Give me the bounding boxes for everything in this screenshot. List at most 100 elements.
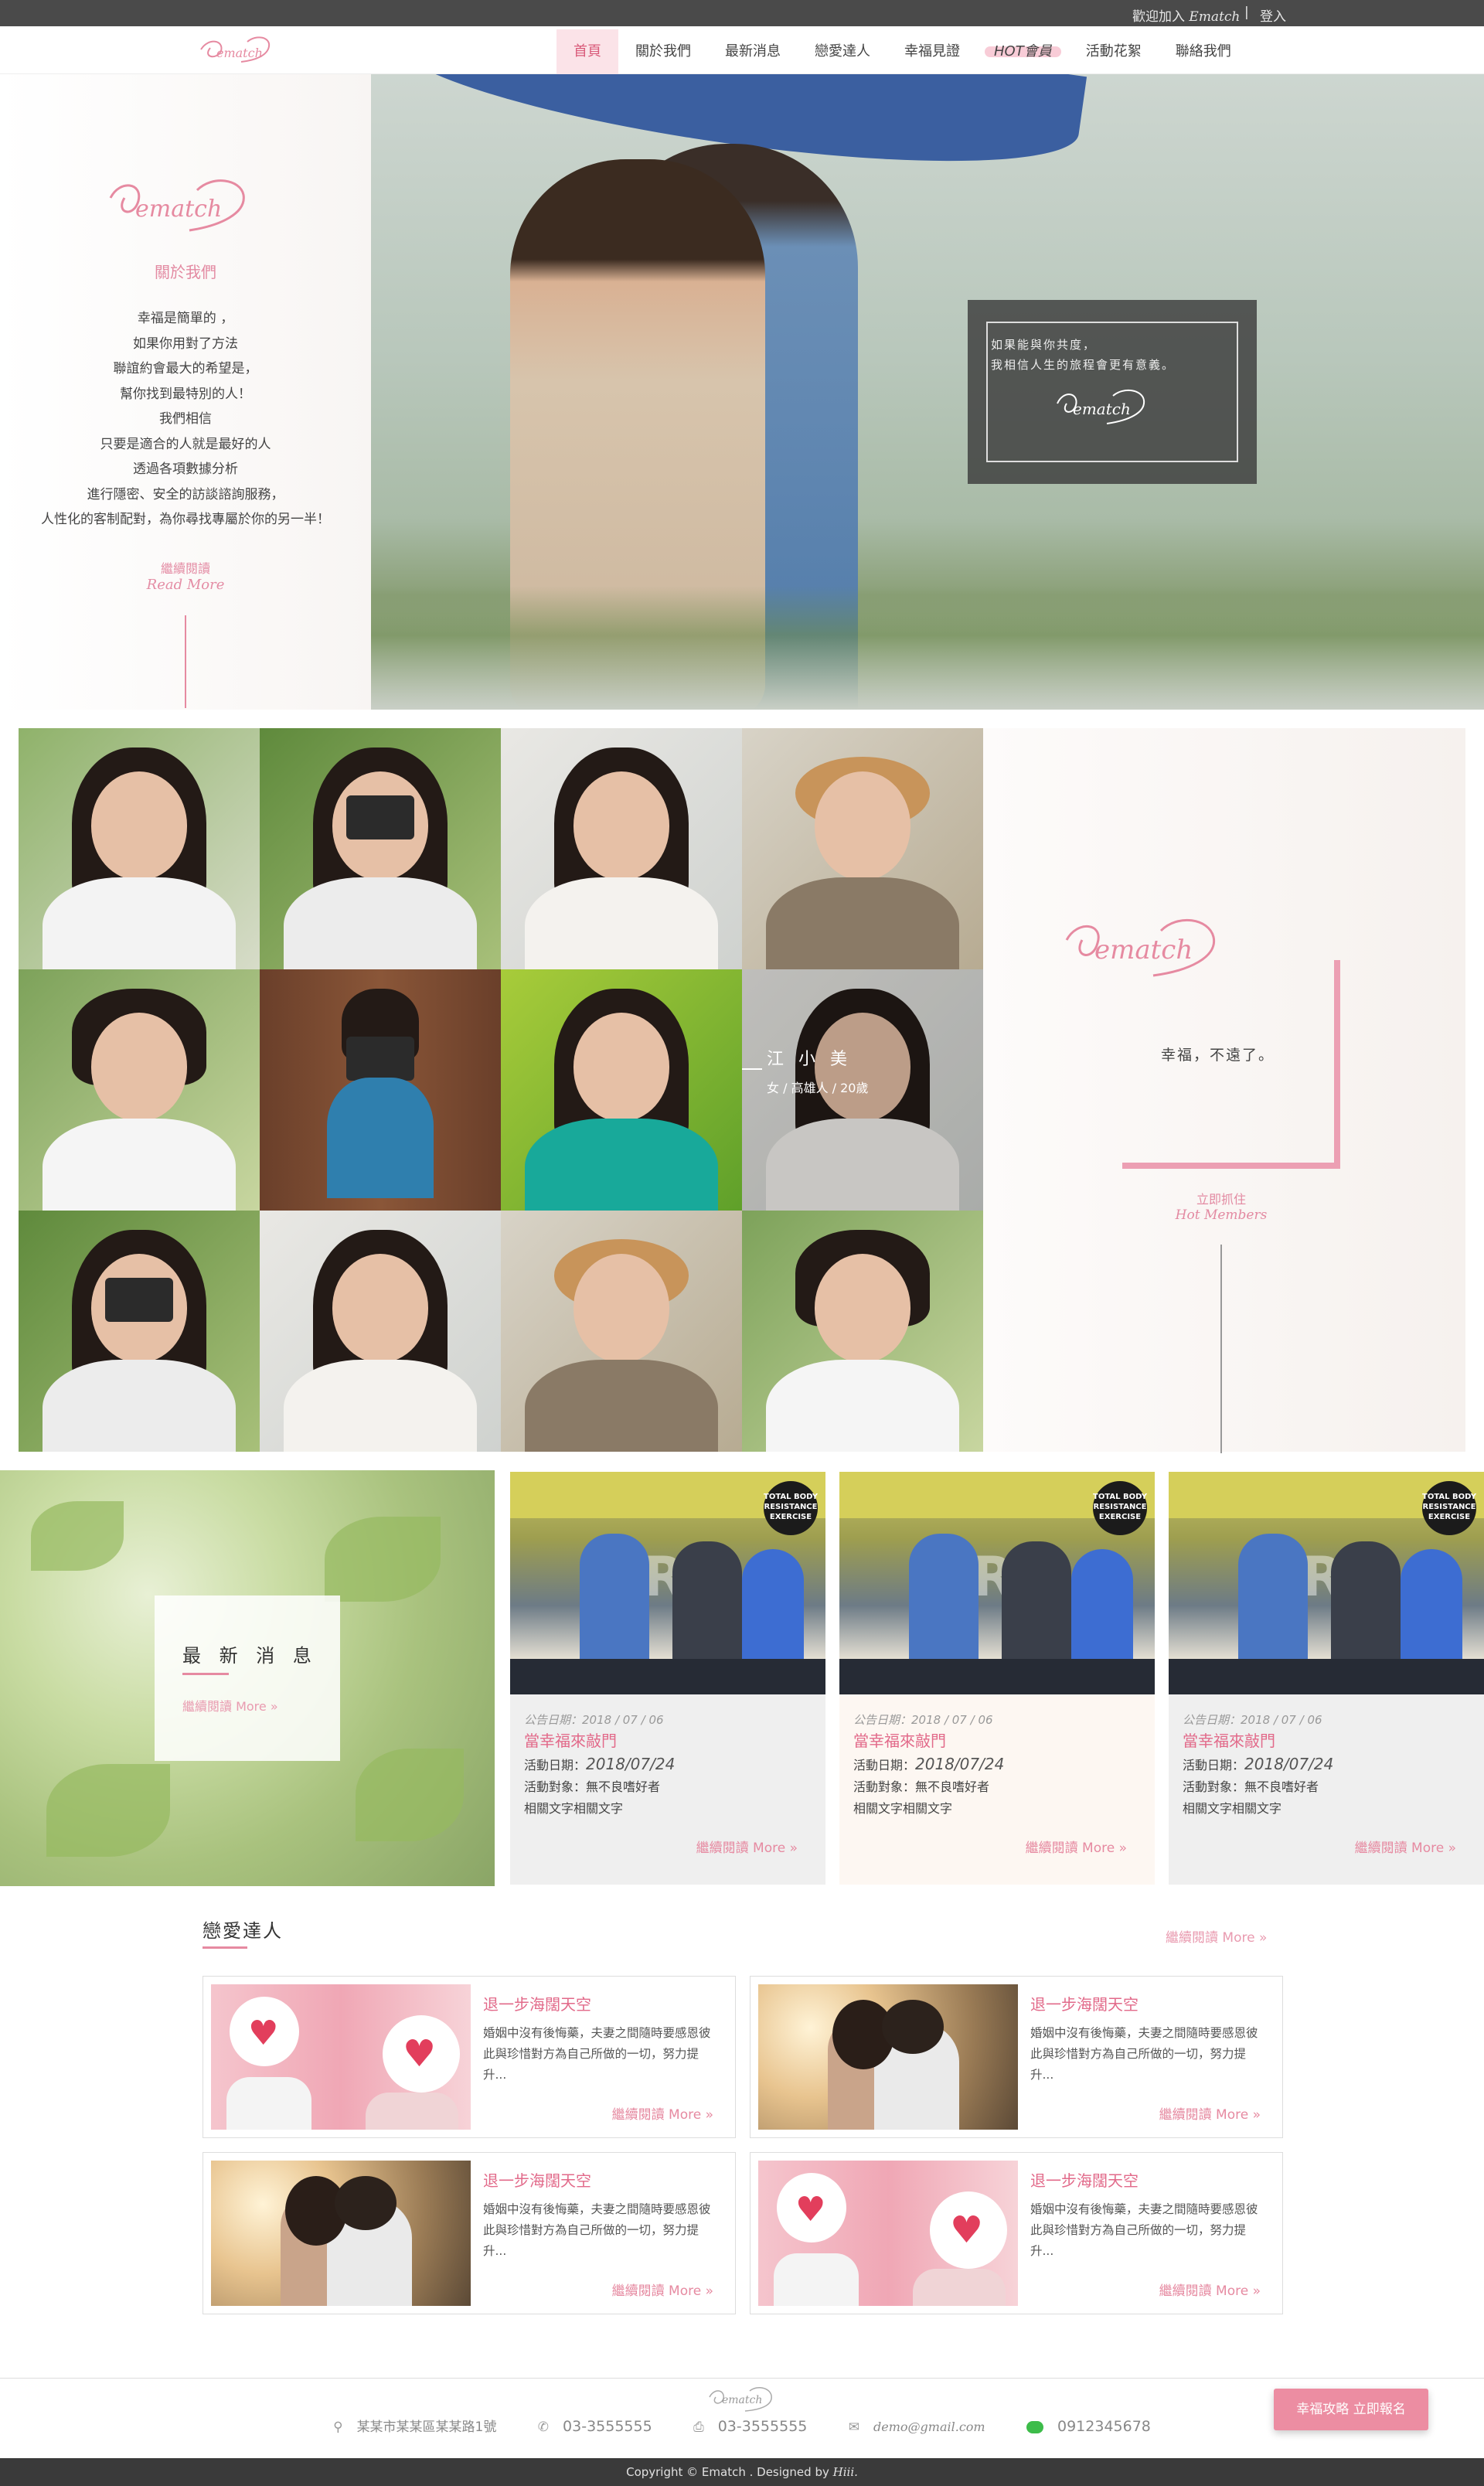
phone-item[interactable]: ✆ 03-3555555 (529, 2418, 662, 2435)
article-card[interactable]: 退一步海闊天空 婚姻中沒有後悔藥，夫妻之間隨時要感恩彼此與珍惜對方為自己所做的一… (750, 1976, 1283, 2138)
member-photo[interactable] (19, 1211, 260, 1452)
signup-button[interactable]: 幸福攻略 立即報名 (1274, 2389, 1428, 2430)
article-read-more[interactable]: 繼續閱讀 More » (1159, 2103, 1261, 2123)
face-shape (573, 771, 670, 880)
nav-item-hot-members[interactable]: HOT會員 (977, 29, 1069, 74)
nav-item-love-experts[interactable]: 戀愛達人 (798, 29, 887, 74)
member-photo[interactable] (260, 1211, 501, 1452)
member-photo[interactable] (260, 969, 501, 1211)
decor-frame (1122, 1163, 1340, 1169)
member-photo[interactable] (742, 1211, 983, 1452)
camera-shape (346, 1037, 414, 1081)
hero-quote-box: 如果能與你共度， 我相信人生的旅程會更有意義。 ematch (968, 300, 1257, 484)
main-nav: 首頁 關於我們 最新消息 戀愛達人 幸福見證 HOT會員 活動花絮 聯絡我們 (556, 29, 1248, 74)
article-card[interactable]: 退一步海闊天空 婚姻中沒有後悔藥，夫妻之間隨時要感恩彼此與珍惜對方為自己所做的一… (203, 2152, 736, 2314)
news-date: 公告日期：2018 / 07 / 06 (853, 1713, 993, 1727)
article-thumbnail (758, 1984, 1018, 2130)
news-text: 公告日期：2018 / 07 / 06 當幸福來敲門 活動日期：2018/07/… (510, 1694, 825, 1885)
news-title[interactable]: 當幸福來敲門 (853, 1728, 946, 1751)
about-line: 幸福是簡單的 ， (137, 311, 234, 326)
member-photo[interactable] (260, 728, 501, 969)
member-photo[interactable] (501, 969, 742, 1211)
nav-item-home[interactable]: 首頁 (556, 29, 618, 74)
article-read-more[interactable]: 繼續閱讀 More » (1159, 2280, 1261, 2299)
news-event-date: 活動日期：2018/07/24 (524, 1755, 676, 1773)
news-image: TRX TOTAL BODY RESISTANCE EXERCISE (510, 1472, 825, 1694)
hair-shape (882, 2000, 944, 2054)
member-photo[interactable] (501, 728, 742, 969)
news-card[interactable]: TRX TOTAL BODY RESISTANCE EXERCISE 公告日期：2… (510, 1472, 825, 1885)
news-card-read-more[interactable]: 繼續閱讀 More » (1355, 1837, 1456, 1856)
featured-member[interactable]: 江 小 美 女 / 高雄人 / 20歲 (742, 969, 983, 1211)
article-excerpt: 婚姻中沒有後悔藥，夫妻之間隨時要感恩彼此與珍惜對方為自己所做的一切，努力提升..… (483, 2026, 711, 2082)
member-photo[interactable] (742, 728, 983, 969)
news-card-read-more[interactable]: 繼續閱讀 More » (1026, 1837, 1127, 1856)
email-item[interactable]: ✉ demo@gmail.com (839, 2420, 995, 2435)
image-strip (510, 1659, 825, 1694)
ematch-logo: ematch (1065, 918, 1216, 977)
news-card[interactable]: TRX TOTAL BODY RESISTANCE EXERCISE 公告日期：2… (839, 1472, 1155, 1885)
body-shape (43, 1119, 236, 1211)
news-desc: 相關文字相關文字 (524, 1801, 624, 1816)
face-shape (332, 1254, 429, 1363)
leaf-shape (46, 1764, 170, 1857)
news-target: 活動對象：無不良嗜好者 (1183, 1779, 1319, 1794)
news-title[interactable]: 當幸福來敲門 (524, 1728, 617, 1751)
news-desc: 相關文字相關文字 (1183, 1801, 1282, 1816)
news-card[interactable]: TRX TOTAL BODY RESISTANCE EXERCISE 公告日期：2… (1169, 1472, 1484, 1885)
face-shape (90, 1013, 188, 1122)
login-link[interactable]: 登入 (1260, 5, 1286, 25)
face-shape (573, 1013, 670, 1122)
nav-item-about[interactable]: 關於我們 (618, 29, 708, 74)
hot-members-link-en[interactable]: Hot Members (983, 1207, 1459, 1223)
trx-badge: TOTAL BODY RESISTANCE EXERCISE (1093, 1481, 1147, 1535)
nav-item-testimonials[interactable]: 幸福見證 (887, 29, 977, 74)
nav-item-events[interactable]: 活動花絮 (1069, 29, 1159, 74)
contact-info: ⚲ 某某市某某區某某路1號 ✆ 03-3555555 ⎙ 03-3555555 ✉ de… (0, 2416, 1484, 2435)
article-title[interactable]: 退一步海闊天空 (483, 2168, 591, 2191)
site-footer: ematch ⚲ 某某市某某區某某路1號 ✆ 03-3555555 ⎙ 03-3555… (0, 2378, 1484, 2458)
news-text: 公告日期：2018 / 07 / 06 當幸福來敲門 活動日期：2018/07/… (1169, 1694, 1484, 1885)
about-read-more-en[interactable]: Read More (0, 577, 371, 593)
person-shape (672, 1541, 742, 1665)
ematch-logo[interactable]: ematch (705, 2385, 779, 2413)
article-title[interactable]: 退一步海闊天空 (1030, 1992, 1139, 2014)
body-shape (525, 1360, 718, 1452)
article-title[interactable]: 退一步海闊天空 (483, 1992, 591, 2014)
hero-image (371, 74, 1484, 710)
image-strip (1169, 1659, 1484, 1694)
leaf-shape (31, 1501, 124, 1571)
news-read-more[interactable]: 繼續閱讀 More » (182, 1696, 278, 1715)
phone-icon: ✆ (537, 2420, 550, 2435)
article-excerpt: 婚姻中沒有後悔藥，夫妻之間隨時要感恩彼此與珍惜對方為自己所做的一切，努力提升..… (483, 2202, 711, 2258)
article-title[interactable]: 退一步海闊天空 (1030, 2168, 1139, 2191)
member-photo[interactable] (19, 728, 260, 969)
news-date: 公告日期：2018 / 07 / 06 (1183, 1713, 1322, 1727)
top-bar: 歡迎加入 Ematch | 登入 (0, 0, 1484, 26)
love-experts-read-more[interactable]: 繼續閱讀 More » (1166, 1926, 1267, 1946)
about-line: 聯誼約會最大的希望是， (113, 361, 258, 376)
line-item[interactable]: 0912345678 (1017, 2418, 1160, 2435)
logo-text: ematch (722, 2394, 762, 2406)
hot-members-link[interactable]: 立即抓住 (983, 1189, 1459, 1207)
news-title[interactable]: 當幸福來敲門 (1183, 1728, 1275, 1751)
ematch-logo[interactable]: ematch (193, 34, 286, 68)
nav-item-news[interactable]: 最新消息 (708, 29, 798, 74)
news-target: 活動對象：無不良嗜好者 (524, 1779, 661, 1794)
article-read-more[interactable]: 繼續閱讀 More » (612, 2280, 713, 2299)
address-item: ⚲ 某某市某某區某某路1號 (333, 2420, 497, 2435)
article-card[interactable]: ♥ ♥ 退一步海闊天空 婚姻中沒有後悔藥，夫妻之間隨時要感恩彼此與珍惜對方為自己… (203, 1976, 736, 2138)
news-card-read-more[interactable]: 繼續閱讀 More » (696, 1837, 798, 1856)
person-shape (742, 1549, 804, 1665)
nav-item-contact[interactable]: 聯絡我們 (1159, 29, 1248, 74)
hot-members-grid: 江 小 美 女 / 高雄人 / 20歲 (19, 728, 983, 1452)
member-meta: 女 / 高雄人 / 20歲 (767, 1081, 869, 1095)
news-event-date: 活動日期：2018/07/24 (853, 1755, 1005, 1773)
person-shape (1401, 1549, 1462, 1665)
member-photo[interactable] (19, 969, 260, 1211)
article-read-more[interactable]: 繼續閱讀 More » (612, 2103, 713, 2123)
overlay-line (742, 1068, 762, 1070)
about-read-more[interactable]: 繼續閱讀 (0, 558, 371, 577)
member-photo[interactable] (501, 1211, 742, 1452)
article-card[interactable]: ♥ ♥ 退一步海闊天空 婚姻中沒有後悔藥，夫妻之間隨時要感恩彼此與珍惜對方為自己… (750, 2152, 1283, 2314)
